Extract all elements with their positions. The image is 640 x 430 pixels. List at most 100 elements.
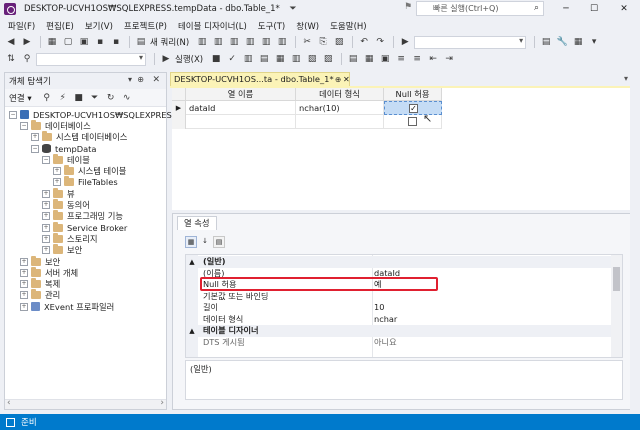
table-designer-tab[interactable]: DESKTOP-UCVH1OS...ta - dbo.Table_1* ⊕ ✕ [170, 72, 350, 86]
expand-icon[interactable]: + [42, 223, 50, 232]
query-options-icon[interactable]: ▤ [257, 52, 271, 66]
menu-edit[interactable]: 편집(E) [46, 20, 74, 32]
query-xmla-icon[interactable]: ▥ [243, 35, 257, 49]
live-stats-icon[interactable]: ▧ [305, 52, 319, 66]
tree-node[interactable]: + Service Broker [5, 221, 166, 233]
back-icon[interactable]: ◀ [4, 35, 18, 49]
query-analysis-icon[interactable]: ▥ [275, 35, 289, 49]
activity-monitor-icon[interactable]: ∿ [120, 91, 134, 105]
column-properties-tab[interactable]: 열 속성 [177, 216, 217, 230]
execute-icon[interactable]: ▶ [159, 52, 173, 66]
pin-tab-icon[interactable]: ⊕ [335, 73, 341, 86]
minimize-button[interactable]: ─ [552, 0, 580, 18]
menu-help[interactable]: 도움말(H) [330, 20, 366, 32]
expand-icon[interactable]: + [42, 246, 50, 255]
increase-indent-icon[interactable]: ⇥ [442, 52, 456, 66]
execute-button[interactable]: 실행(X) [175, 53, 203, 65]
disconnect-icon[interactable]: ⚡ [56, 91, 70, 105]
query-dax-icon[interactable]: ▥ [259, 35, 273, 49]
expand-icon[interactable]: + [20, 268, 28, 277]
filter-icon[interactable]: ⏷ [88, 91, 102, 105]
pin-icon[interactable]: ⊕ [137, 75, 144, 84]
tree-node[interactable]: + XEvent 프로파일러 [5, 301, 166, 312]
property-value[interactable]: 아니요 [374, 337, 397, 349]
properties-icon[interactable]: ▤ [539, 35, 553, 49]
forward-icon[interactable]: ▶ [20, 35, 34, 49]
new-query-icon[interactable]: ▤ [134, 35, 148, 49]
collapse-icon[interactable]: − [42, 155, 50, 164]
close-window-button[interactable]: ✕ [610, 0, 638, 18]
expand-icon[interactable]: + [20, 257, 28, 266]
cell-data-type[interactable]: nchar(10) [296, 101, 384, 115]
alphabetical-icon[interactable]: ↓ [199, 236, 211, 248]
cell-allow-null[interactable]: ✓ [384, 101, 442, 115]
include-plan-icon[interactable]: ▥ [289, 52, 303, 66]
tree-node[interactable]: + 보안 [5, 244, 166, 256]
solution-config-combo[interactable] [414, 35, 527, 49]
property-row[interactable]: DTS 게시됨 아니요 [186, 337, 622, 349]
new-file-icon[interactable]: ▢ [61, 35, 75, 49]
cell-new-column-name[interactable] [186, 115, 296, 129]
property-row[interactable]: 기본값 또는 바인딩 [186, 291, 622, 303]
connect-dropdown-button[interactable]: 연결 ▾ [9, 92, 32, 104]
categorized-icon[interactable]: ▦ [185, 236, 197, 248]
results-grid-icon[interactable]: ▦ [362, 52, 376, 66]
expand-icon[interactable]: + [20, 280, 28, 289]
cut-icon[interactable]: ✂ [300, 35, 314, 49]
property-category[interactable]: ▲ 테이블 디자이너 [186, 325, 622, 337]
row-selector-empty[interactable] [172, 115, 186, 129]
row-selector-arrow-icon[interactable]: ▶ [172, 101, 186, 115]
property-row[interactable]: 데이터 형식 nchar [186, 314, 622, 326]
quick-launch-input[interactable]: 빠른 실행(Ctrl+Q) ⌕ [416, 1, 544, 16]
parse-icon[interactable]: ✓ [225, 52, 239, 66]
property-category[interactable]: ▲ (일반) [186, 256, 622, 268]
display-plan-icon[interactable]: ▥ [241, 52, 255, 66]
query-db-icon[interactable]: ▥ [195, 35, 209, 49]
new-query-button[interactable]: 새 쿼리(N) [150, 36, 189, 48]
panel-menu-icon[interactable]: ▾ [128, 75, 132, 84]
tree-node[interactable]: + 동의어 [5, 199, 166, 210]
paste-icon[interactable]: ▨ [332, 35, 346, 49]
tree-node[interactable]: + 복제 [5, 278, 166, 289]
tab-list-dropdown-icon[interactable]: ▾ [624, 74, 628, 83]
tree-node[interactable]: − tempData [5, 143, 166, 154]
new-project-icon[interactable]: ▦ [45, 35, 59, 49]
tree-node[interactable]: + 보안 [5, 255, 166, 267]
toolbox-icon[interactable]: ▦ [571, 35, 585, 49]
property-value[interactable]: nchar [374, 314, 397, 326]
tree-node[interactable]: + 관리 [5, 289, 166, 301]
menu-file[interactable]: 파일(F) [8, 20, 35, 32]
menu-window[interactable]: 창(W) [296, 20, 319, 32]
save-all-icon[interactable]: ▪ [109, 35, 123, 49]
menu-tools[interactable]: 도구(T) [258, 20, 285, 32]
tree-node[interactable]: −DESKTOP-UCVH1OS₩SQLEXPRESS (SQL Server … [5, 109, 394, 120]
change-connection-icon[interactable]: ⇅ [4, 52, 18, 66]
stop-icon[interactable]: ■ [72, 91, 86, 105]
connect-icon[interactable]: ⚲ [20, 52, 34, 66]
tree-node[interactable]: − 테이블 [5, 153, 166, 165]
expand-icon[interactable]: + [42, 212, 50, 221]
property-row[interactable]: 길이 10 [186, 302, 622, 314]
property-value[interactable]: 10 [374, 302, 384, 314]
tree-node[interactable]: − 데이터베이스 [5, 119, 166, 131]
redo-icon[interactable]: ↷ [373, 35, 387, 49]
expand-icon[interactable]: + [42, 201, 50, 210]
vertical-scrollbar[interactable] [611, 255, 622, 357]
collapse-icon[interactable]: − [20, 121, 28, 130]
menu-view[interactable]: 보기(V) [85, 20, 113, 32]
undo-icon[interactable]: ↶ [357, 35, 371, 49]
copy-icon[interactable]: ⎘ [316, 35, 330, 49]
tree-node[interactable]: + 시스템 테이블 [5, 165, 166, 176]
close-tab-icon[interactable]: ✕ [343, 73, 350, 86]
client-stats-icon[interactable]: ▨ [321, 52, 335, 66]
expand-icon[interactable]: + [20, 291, 28, 300]
debug-icon[interactable]: ▶ [398, 35, 412, 49]
menu-table-designer[interactable]: 테이블 디자이너(L) [178, 20, 247, 32]
query-mdx-icon[interactable]: ▥ [211, 35, 225, 49]
save-icon[interactable]: ▪ [93, 35, 107, 49]
query-dmx-icon[interactable]: ▥ [227, 35, 241, 49]
property-pages-icon[interactable]: ▤ [213, 236, 225, 248]
collapse-icon[interactable]: − [9, 110, 17, 119]
expand-icon[interactable]: + [42, 189, 50, 198]
cell-column-name[interactable]: dataId [186, 101, 296, 115]
